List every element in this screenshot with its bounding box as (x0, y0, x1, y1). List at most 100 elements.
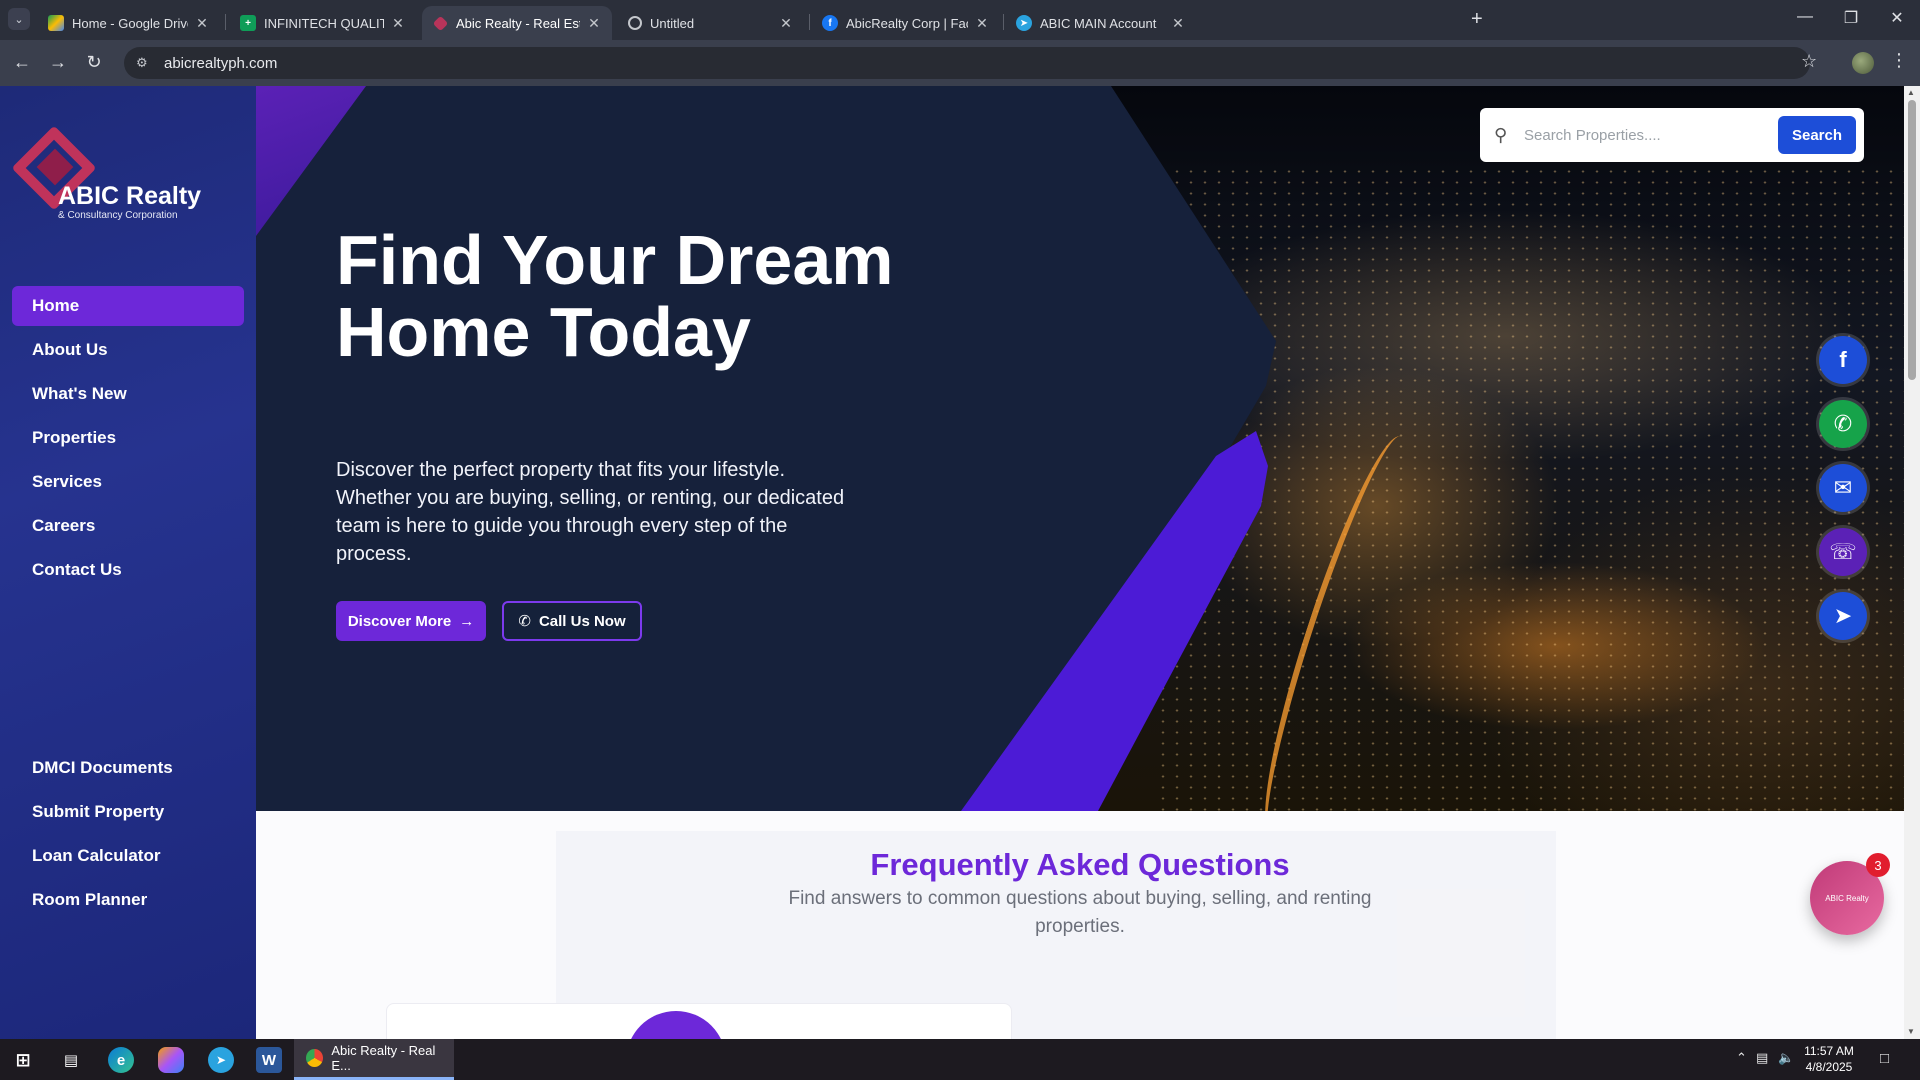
sidebar-item-services[interactable]: Services (12, 462, 244, 502)
close-window-button[interactable]: ✕ (1882, 8, 1912, 28)
sidebar-item-loan-calculator[interactable]: Loan Calculator (12, 836, 244, 876)
clock-time: 11:57 AM (1804, 1044, 1854, 1058)
faq-section: Frequently Asked Questions Find answers … (256, 811, 1904, 1039)
logo-subtitle: & Consultancy Corporation (58, 210, 178, 221)
windows-taskbar (0, 1039, 1920, 1080)
tab-infinitech[interactable]: + INFINITECH QUALITY ASSURAN ✕ (230, 6, 416, 40)
clock-date: 4/8/2025 (1805, 1060, 1853, 1074)
tab-label: ABIC MAIN Account (1040, 15, 1157, 31)
facebook-icon: f (822, 15, 838, 31)
profile-avatar[interactable] (1852, 52, 1874, 74)
page-scrollbar[interactable]: ▲ ▼ (1904, 86, 1920, 1039)
globe-icon (628, 16, 642, 30)
sidebar-nav-primary: Home About Us What's New Properties Serv… (12, 286, 244, 594)
web-page: ABIC Realty & Consultancy Corporation Ho… (0, 86, 1904, 1039)
tab-divider (809, 14, 810, 30)
phone-icon: ✆ (518, 613, 531, 630)
sidebar-item-room-planner[interactable]: Room Planner (12, 880, 244, 920)
task-view-icon[interactable]: ▤ (58, 1047, 84, 1073)
whatsapp-icon[interactable]: ✆ (1819, 400, 1867, 448)
volume-icon[interactable]: 🔈 (1778, 1050, 1794, 1066)
discover-more-button[interactable]: Discover More → (336, 601, 486, 641)
reload-button[interactable]: ↻ (82, 52, 106, 73)
sidebar-item-careers[interactable]: Careers (12, 506, 244, 546)
copilot-icon[interactable] (158, 1047, 184, 1073)
search-input[interactable] (1518, 126, 1778, 144)
scrollbar-thumb[interactable] (1908, 100, 1916, 380)
arrow-right-icon: → (459, 612, 475, 630)
tab-facebook[interactable]: f AbicRealty Corp | Facebook ✕ (812, 6, 1000, 40)
tab-label: INFINITECH QUALITY ASSURAN (264, 15, 384, 31)
word-icon[interactable]: W (256, 1047, 282, 1073)
hero-description: Discover the perfect property that fits … (336, 459, 845, 565)
notification-center-icon[interactable]: □ (1880, 1050, 1889, 1067)
tab-google-drive[interactable]: Home - Google Drive ✕ (38, 6, 220, 40)
google-sheets-icon: + (240, 15, 256, 31)
tab-untitled[interactable]: Untitled ✕ (618, 6, 804, 40)
viber-icon[interactable]: ☏ (1819, 528, 1867, 576)
tab-search-button[interactable]: ⌄ (8, 8, 30, 30)
taskbar-clock[interactable]: 11:57 AM 4/8/2025 (1794, 1043, 1864, 1075)
taskbar-window-label: Abic Realty - Real E... (331, 1043, 436, 1073)
discover-more-label: Discover More (347, 612, 452, 630)
facebook-icon[interactable]: f (1819, 336, 1867, 384)
sidebar-item-submit-property[interactable]: Submit Property (12, 792, 244, 832)
sidebar-item-dmci-documents[interactable]: DMCI Documents (12, 748, 244, 788)
abic-realty-logo[interactable]: ABIC Realty & Consultancy Corporation (11, 125, 214, 230)
network-icon[interactable]: ▤ (1756, 1050, 1768, 1066)
property-search-bar: ⚲ Search (1480, 108, 1864, 162)
tray-chevron-icon[interactable]: ⌃ (1736, 1050, 1747, 1066)
tab-label: Abic Realty - Real Estate Sales, I (456, 15, 580, 31)
close-icon[interactable]: ✕ (586, 15, 602, 32)
sidebar-nav-secondary: DMCI Documents Submit Property Loan Calc… (12, 748, 244, 924)
address-bar[interactable]: ⚙ abicrealtyph.com (124, 47, 1810, 79)
faq-subtitle: Find answers to common questions about b… (788, 888, 1372, 937)
hero-section: Find Your Dream Home Today Discover the … (256, 86, 1904, 811)
city-lights (1156, 166, 1904, 811)
back-button[interactable]: ← (10, 52, 34, 73)
tab-abic-main[interactable]: ➤ ABIC MAIN Account ✕ (1006, 6, 1196, 40)
close-icon[interactable]: ✕ (974, 15, 990, 32)
url-text: abicrealtyph.com (164, 54, 278, 72)
site-settings-icon[interactable]: ⚙ (136, 55, 152, 71)
bookmark-star-icon[interactable]: ☆ (1801, 51, 1817, 72)
edge-icon[interactable]: e (108, 1047, 134, 1073)
email-icon[interactable]: ✉ (1819, 464, 1867, 512)
browser-menu-icon[interactable]: ⋮ (1890, 50, 1908, 71)
logo-title: ABIC Realty (58, 182, 202, 210)
search-icon: ⚲ (1494, 124, 1508, 145)
chat-notification-badge: 3 (1866, 853, 1890, 877)
hero-title: Find Your Dream Home Today (336, 221, 894, 371)
new-tab-button[interactable]: + (1471, 8, 1483, 31)
search-button[interactable]: Search (1778, 116, 1856, 154)
close-icon[interactable]: ✕ (778, 15, 794, 32)
minimize-button[interactable]: — (1790, 8, 1820, 26)
close-icon[interactable]: ✕ (390, 15, 406, 32)
tab-label: Untitled (650, 15, 695, 31)
scroll-up-icon[interactable]: ▲ (1907, 88, 1915, 97)
sidebar-item-properties[interactable]: Properties (12, 418, 244, 458)
restore-button[interactable]: ❐ (1836, 8, 1866, 28)
taskbar-chrome-window[interactable]: Abic Realty - Real E... (294, 1039, 454, 1080)
close-icon[interactable]: ✕ (1170, 15, 1186, 32)
google-drive-icon (48, 15, 64, 31)
scroll-down-icon[interactable]: ▼ (1907, 1027, 1915, 1036)
sidebar: ABIC Realty & Consultancy Corporation Ho… (0, 86, 256, 1039)
sidebar-item-contact-us[interactable]: Contact Us (12, 550, 244, 590)
faq-title: Frequently Asked Questions (870, 847, 1290, 882)
telegram-icon[interactable]: ➤ (208, 1047, 234, 1073)
tab-abic-realty[interactable]: Abic Realty - Real Estate Sales, I ✕ (422, 6, 612, 40)
tab-divider (1003, 14, 1004, 30)
tab-divider (225, 14, 226, 30)
tab-label: Home - Google Drive (72, 15, 188, 31)
close-icon[interactable]: ✕ (194, 15, 210, 32)
sidebar-item-whats-new[interactable]: What's New (12, 374, 244, 414)
sidebar-item-about-us[interactable]: About Us (12, 330, 244, 370)
windows-start-icon[interactable]: ⊞ (10, 1047, 36, 1073)
tab-label: AbicRealty Corp | Facebook (846, 15, 968, 31)
call-us-now-label: Call Us Now (538, 612, 626, 630)
sidebar-item-home[interactable]: Home (12, 286, 244, 326)
forward-button[interactable]: → (46, 52, 70, 73)
call-us-now-button[interactable]: ✆ Call Us Now (502, 601, 642, 641)
telegram-icon[interactable]: ➤ (1819, 592, 1867, 640)
